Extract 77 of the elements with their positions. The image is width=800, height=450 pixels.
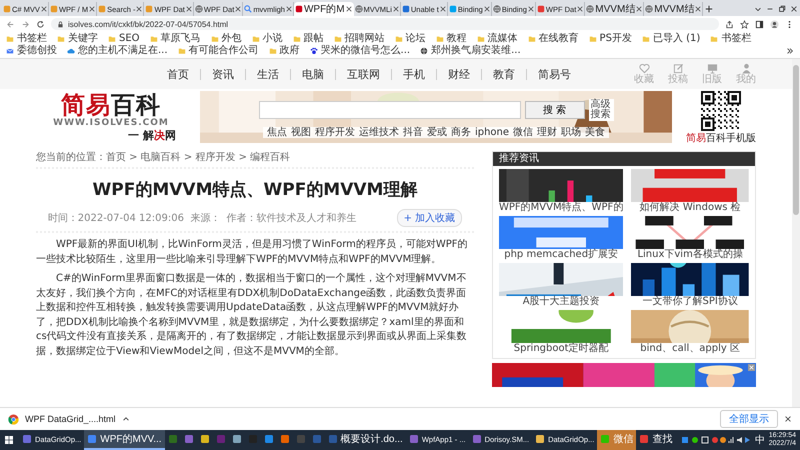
article-link[interactable]: Linux下vim各模式的操 [637,249,743,261]
article-link[interactable]: A股十大主题投资 [522,296,600,308]
taskbar-button[interactable]: 查找 [636,430,676,450]
logo-url: WWW.ISOLVES.COM [53,118,169,128]
bookmark[interactable]: 书签栏 [6,33,47,45]
bookmark[interactable]: 哭米的微信号怎么... [310,45,410,57]
bookmark[interactable]: 书签栏 [710,33,752,45]
hot-keyword[interactable]: 商务 [450,127,471,138]
hot-keyword[interactable]: 微信 [513,127,534,138]
hot-keyword[interactable]: 抖音 [402,127,423,138]
nav-link[interactable]: 首页 [156,68,200,80]
bookmark[interactable]: 委德创投 [6,45,57,57]
hot-keyword[interactable]: 美食 [585,127,606,138]
qr-caption: 简易百科手机版 [686,132,756,144]
hot-keyword[interactable]: 运维技术 [358,127,399,138]
bookmark[interactable]: 草原飞马 [150,33,201,45]
bookmark[interactable]: 招聘网站 [334,33,385,45]
bookmark[interactable]: 郑州换气扇安装维... [420,45,521,57]
article-paragraph: C#的WinForm里界面窗口数据是一体的，数据相当于窗口的一个属性，这个对理解MVVM不太友好，我们换个方向，在MFC的对话框里有DDX机制DoDataExchange函数，此函数负责界面上数据和控件互相转换，触发转换需要调用UpdateData函数，从这点理解WPF的MVVM就好办了，把DDX机制比喻换个名称到MVVM里，就是数据绑定，为什么要数据绑定？xaml里的界面和cs代码文件没有直接关系，是隔离开的，有了数据绑定，才能让数据显示到界面或从界面上采集数据，数据绑定位于View和ViewModel之间，但这不是MVVM的全部。 [36,272,468,358]
bookmark[interactable]: 在线教育 [528,33,579,45]
sidebar-title: 推荐资讯 [493,152,755,166]
bookmark[interactable]: PS开发 [588,33,632,45]
browser-tab[interactable]: MVVM结 [644,2,704,16]
hot-keyword[interactable]: 焦点 [266,127,287,138]
logo-slogan: 一 解决网 [128,128,176,142]
bookmark[interactable]: 跟帖 [292,33,324,45]
nav-icon-label: 投稿 [668,74,688,85]
article-link[interactable]: WPF的MVVM特点、WPF的 [499,202,624,214]
advanced-search-link[interactable]: 高级搜索 [588,99,614,121]
hot-keyword[interactable]: 职场 [561,127,582,138]
hot-keyword[interactable]: 程序开发 [314,127,355,138]
article-link[interactable]: bind、call、apply 区 [640,343,740,355]
address-bar[interactable]: isolves.com/it/cxkf/bk/2022-07-04/57054.html [51,18,719,30]
nav-link[interactable]: 手机 [391,68,436,80]
article-link[interactable]: 一文带你了解SPI协议 [642,296,738,308]
hot-keyword[interactable]: 视图 [290,127,311,138]
nav-link[interactable]: 简易号 [526,68,582,80]
article-meta: 时间：2022-07-04 12:09:06 来源： 作者：软件技术及人才和养生 [48,212,357,225]
logo-title: 简易百科 [61,92,161,118]
bookmark[interactable]: 政府 [268,45,300,57]
hot-keyword[interactable]: 爱或 [426,127,447,138]
bookmark[interactable]: 流媒体 [476,33,518,45]
nav-link[interactable]: 互联网 [335,68,391,80]
bookmark[interactable]: 小说 [252,33,283,45]
taskbar-button[interactable]: 概要设计.do... [324,430,406,450]
bookmark[interactable]: 论坛 [394,33,426,45]
download-file-name[interactable]: WPF DataGrid_....html [25,414,116,424]
nav-icon-label: 收藏 [634,74,654,85]
article-link[interactable]: Springboot定时器配 [514,343,609,355]
show-all-button[interactable]: 全部显示 [720,410,778,428]
article-paragraph: WPF最新的界面UI机制，比WinForm灵活，但是用习惯了WinForm的程序员，可能对WPF的一些技术比较陌生，这里用一些比喻来引导理解下WPF的MVVM特点和WPF的MVVM理解。 [36,238,469,266]
breadcrumb: 您当前的位置：首页 > 电脑百科 > 程序开发 > 编程百科 [36,151,474,169]
bookmark[interactable]: 外包 [210,33,242,45]
browser-tab[interactable]: WPF的M [294,2,354,16]
article-link[interactable]: 如何解决 Windows 检 [640,202,741,214]
article-link[interactable]: php memcached扩展安 [504,249,618,261]
nav-link[interactable]: 财经 [436,68,481,80]
nav-link[interactable]: 资讯 [200,68,245,80]
taskbar-button[interactable]: WPF的MVV... [84,430,165,450]
search-button[interactable]: 搜 索 [524,101,584,119]
bookmark[interactable]: 教程 [436,33,467,45]
bookmark[interactable]: 您的主机不满足在... [67,45,168,57]
nav-link[interactable]: 教育 [481,68,526,80]
bookmark[interactable]: SEO [108,33,140,45]
bookmark[interactable]: 有可能合作公司 [178,45,259,57]
nav-link[interactable]: 电脑 [290,68,335,80]
article-title: WPF的MVVM特点、WPF的MVVM理解 [92,179,418,201]
hot-keyword[interactable]: 理财 [537,127,558,138]
bookmark[interactable]: 已导入 (1) [642,33,700,45]
hot-keyword[interactable]: iphone [474,127,510,138]
browser-tab[interactable]: MVVM结 [585,2,644,16]
nav-link[interactable]: 生活 [245,68,290,80]
nav-icon-label: 我的 [736,74,756,85]
bookmark[interactable]: 关键字 [57,33,98,45]
nav-icon-label: 旧版 [702,74,722,85]
add-favorite-button[interactable]: + 加入收藏 [396,209,462,227]
input-method-indicator[interactable]: 中 [754,433,765,447]
